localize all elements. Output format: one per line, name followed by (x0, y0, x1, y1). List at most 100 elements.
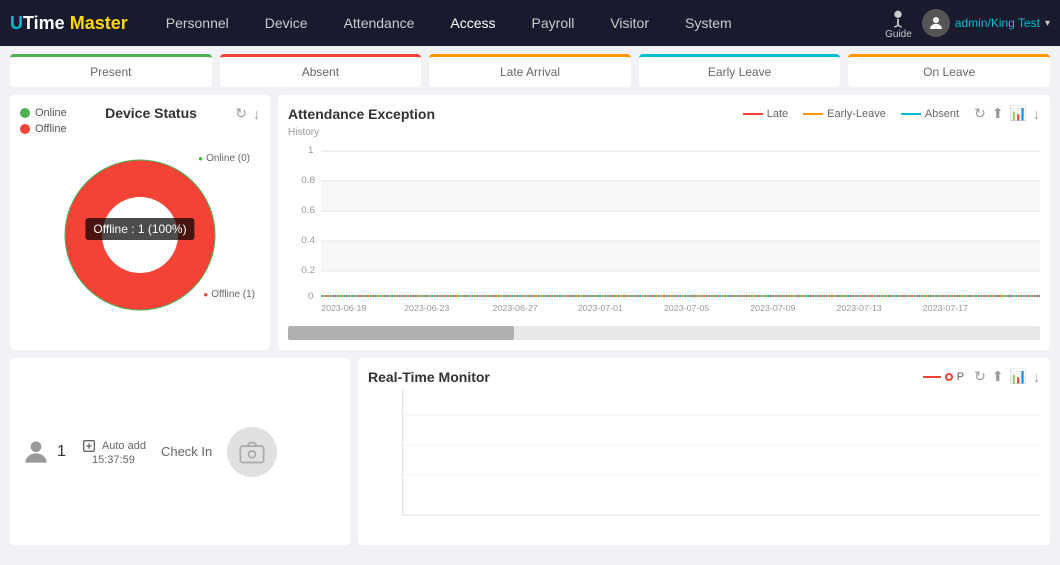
legend-offline: Offline (20, 123, 67, 135)
attendance-chart-svg: 1 0.8 0.6 0.4 0.2 0 (288, 141, 1040, 316)
svg-text:0.8: 0.8 (301, 175, 315, 185)
legend-absent: Absent (901, 108, 959, 120)
svg-text:2023-06-19: 2023-06-19 (321, 303, 367, 312)
realtime-actions: ↻ ⬆ 📊 ↓ (974, 368, 1040, 385)
stat-early-leave[interactable]: Early Leave (639, 54, 841, 87)
svg-text:2023-07-09: 2023-07-09 (750, 303, 796, 312)
nav-item-device[interactable]: Device (247, 0, 326, 46)
camera-icon (238, 438, 266, 466)
att-chart-icon[interactable]: 📊 (1010, 105, 1027, 122)
att-refresh-icon[interactable]: ↻ (974, 105, 986, 122)
nav-item-payroll[interactable]: Payroll (514, 0, 593, 46)
logo-u: U (10, 13, 23, 33)
realtime-upload-icon[interactable]: ⬆ (992, 368, 1004, 385)
attendance-scrollbar[interactable] (288, 326, 1040, 340)
svg-text:2023-07-05: 2023-07-05 (664, 303, 710, 312)
guide-icon (887, 7, 909, 29)
user-name: admin/King Test (955, 16, 1040, 30)
nav-item-personnel[interactable]: Personnel (148, 0, 247, 46)
svg-text:2023-07-13: 2023-07-13 (837, 303, 883, 312)
device-download-icon[interactable]: ↓ (253, 106, 260, 122)
svg-text:0.6: 0.6 (301, 205, 315, 215)
stat-on-leave[interactable]: On Leave (848, 54, 1050, 87)
scrollbar-thumb (288, 326, 514, 340)
attendance-chart-area: History 1 0.8 0.6 0.4 0.2 0 (288, 127, 1040, 340)
attendance-actions: ↻ ⬆ 📊 ↓ (974, 105, 1040, 122)
stat-late[interactable]: Late Arrival (429, 54, 631, 87)
realtime-download-icon[interactable]: ↓ (1033, 369, 1040, 385)
absent-line (901, 113, 921, 115)
nav: Personnel Device Attendance Access Payro… (148, 0, 885, 46)
late-line (743, 113, 763, 115)
guide-button[interactable]: Guide (885, 7, 912, 40)
realtime-chart-icon[interactable]: 📊 (1010, 368, 1027, 385)
auto-add-label: Auto add (102, 440, 146, 452)
device-status-actions: ↻ ↓ (235, 105, 260, 122)
realtime-chart-svg (368, 385, 1040, 530)
camera-icon-area (227, 427, 277, 477)
realtime-header: Real-Time Monitor P ↻ ⬆ 📊 ↓ (368, 368, 1040, 385)
legend-late: Late (743, 108, 788, 120)
chevron-down-icon: ▾ (1045, 18, 1050, 29)
svg-text:2023-06-23: 2023-06-23 (404, 303, 450, 312)
auto-add-area: Auto add 15:37:59 (81, 438, 146, 466)
stat-absent-label: Absent (232, 65, 410, 79)
legend-online: Online (20, 107, 67, 119)
attendance-legend: Late Early-Leave Absent (743, 108, 959, 120)
user-info[interactable]: admin/King Test ▾ (922, 9, 1050, 37)
nav-item-attendance[interactable]: Attendance (326, 0, 433, 46)
stat-on-leave-label: On Leave (860, 65, 1038, 79)
device-status-panel: Online Offline Device Status ↻ ↓ (10, 95, 270, 350)
nav-item-access[interactable]: Access (432, 0, 513, 46)
device-status-chart: ● Online (0) Offline : 1 (100%) ● Offlin… (20, 135, 260, 330)
early-leave-line (803, 113, 823, 115)
header-right: Guide admin/King Test ▾ (885, 7, 1050, 40)
svg-text:2023-07-17: 2023-07-17 (923, 303, 969, 312)
stat-early-leave-label: Early Leave (651, 65, 829, 79)
svg-text:0: 0 (308, 291, 314, 301)
stat-absent[interactable]: Absent (220, 54, 422, 87)
legend-offline-label: Offline (35, 123, 67, 135)
p-label: P (957, 371, 964, 383)
att-download-icon[interactable]: ↓ (1033, 106, 1040, 122)
user-avatar (922, 9, 950, 37)
logo: UTime Master (10, 13, 128, 34)
checkin-panel: 1 Auto add 15:37:59 Check In (10, 358, 350, 545)
p-legend: P (923, 371, 964, 383)
realtime-monitor-panel: Real-Time Monitor P ↻ ⬆ 📊 ↓ (358, 358, 1050, 545)
logo-time: Time (23, 13, 65, 33)
online-dot (20, 108, 30, 118)
svg-text:0.2: 0.2 (301, 265, 315, 275)
user-icon (20, 436, 52, 468)
attendance-exception-panel: Attendance Exception Late Early-Leave Ab… (278, 95, 1050, 350)
legend-early-leave: Early-Leave (803, 108, 886, 120)
att-upload-icon[interactable]: ⬆ (992, 105, 1004, 122)
stat-present-label: Present (22, 65, 200, 79)
nav-item-system[interactable]: System (667, 0, 750, 46)
main-content: Online Offline Device Status ↻ ↓ (0, 95, 1060, 358)
nav-item-visitor[interactable]: Visitor (592, 0, 667, 46)
realtime-refresh-icon[interactable]: ↻ (974, 368, 986, 385)
online-label: ● Online (0) (198, 153, 250, 164)
offline-dot (20, 124, 30, 134)
device-status-title: Device Status (105, 105, 197, 121)
svg-text:2023-06-27: 2023-06-27 (493, 303, 539, 312)
user-count: 1 (57, 443, 66, 461)
attendance-title: Attendance Exception (288, 106, 435, 122)
header: UTime Master Personnel Device Attendance… (0, 0, 1060, 46)
history-label: History (288, 127, 1040, 138)
offline-tooltip: Offline : 1 (100%) (85, 218, 194, 240)
stat-present[interactable]: Present (10, 54, 212, 87)
svg-text:0.4: 0.4 (301, 235, 315, 245)
logo-master: Master (70, 13, 128, 33)
stats-bar: Present Absent Late Arrival Early Leave … (0, 46, 1060, 95)
device-refresh-icon[interactable]: ↻ (235, 105, 247, 122)
svg-text:1: 1 (308, 145, 314, 155)
legend-online-label: Online (35, 107, 67, 119)
user-count-area: 1 (20, 436, 66, 468)
auto-add-time: 15:37:59 (81, 454, 146, 466)
checkin-label: Check In (161, 444, 212, 459)
p-dot (945, 373, 953, 381)
auto-add-icon (81, 438, 97, 454)
guide-label: Guide (885, 29, 912, 40)
